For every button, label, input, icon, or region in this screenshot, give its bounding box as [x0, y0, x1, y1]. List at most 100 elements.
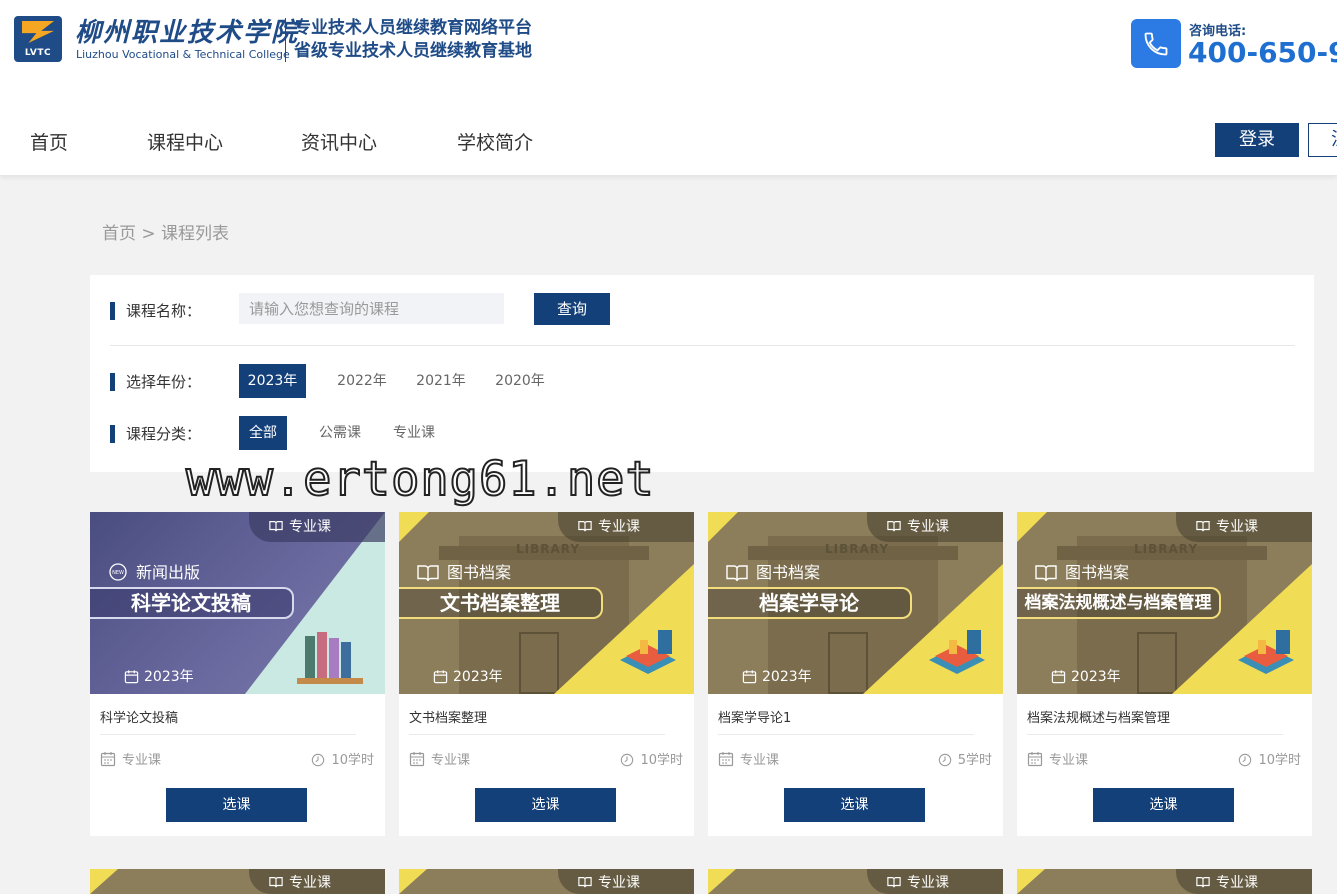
course-card[interactable]: 专业课	[708, 869, 1003, 894]
course-search-input[interactable]	[239, 293, 504, 324]
register-button[interactable]: 注册	[1308, 123, 1337, 157]
phone-icon	[1131, 19, 1181, 68]
college-name-cn: 柳州职业技术学院	[75, 18, 300, 48]
calendar-icon	[100, 752, 116, 767]
course-tag: 专业课	[249, 869, 385, 894]
college-logo[interactable]: LVTC	[14, 16, 62, 62]
category-chip-all[interactable]: 全部	[239, 416, 287, 450]
filter-panel: 课程名称： 查询 选择年份： 2023年 2022年 2021年 2020年 课…	[90, 275, 1314, 472]
calendar-icon	[742, 670, 757, 684]
year-chip-2022[interactable]: 2022年	[329, 364, 395, 398]
year-chip-2023[interactable]: 2023年	[239, 364, 306, 398]
door-decoration	[519, 632, 559, 694]
door-decoration	[828, 632, 868, 694]
year-chip-2021[interactable]: 2021年	[408, 364, 474, 398]
clock-icon	[312, 753, 325, 767]
open-book-icon	[887, 521, 901, 532]
library-sign-decoration: LIBRARY	[1134, 542, 1199, 556]
book-decoration	[317, 632, 327, 678]
course-title[interactable]: 档案学导论1	[718, 707, 974, 735]
nav-home[interactable]: 首页	[30, 128, 68, 155]
open-book-icon	[1196, 877, 1210, 888]
lightning-logo-icon	[22, 21, 54, 43]
book-decoration	[305, 636, 315, 678]
course-banner-title: 文书档案整理	[399, 587, 603, 619]
site-watermark: www.ertong61.net	[185, 451, 655, 508]
clock-icon	[938, 753, 951, 767]
course-name-label: 课程名称：	[110, 300, 201, 321]
course-tag: 专业课	[1176, 869, 1312, 894]
course-category: NEW 新闻出版	[108, 559, 200, 583]
course-card[interactable]: LIBRARY 专业课 图书档案 文书档案整理 2023年 文书档案整理 专业课…	[399, 512, 694, 836]
platform-title-line1: 专业技术人员继续教育网络平台	[294, 18, 532, 38]
nav-course-center[interactable]: 课程中心	[147, 128, 223, 155]
year-label: 选择年份：	[110, 371, 201, 392]
open-book-icon	[726, 565, 748, 582]
open-book-icon	[1196, 521, 1210, 532]
course-thumbnail[interactable]: LIBRARY 专业课 图书档案 档案学导论 2023年	[708, 512, 1003, 694]
college-name-en: Liuzhou Vocational & Technical College	[76, 48, 290, 61]
clock-icon	[1239, 753, 1252, 767]
open-book-icon	[578, 521, 592, 532]
course-category: 图书档案	[726, 559, 820, 583]
reading-illustration-icon	[929, 630, 985, 674]
category-chip-public[interactable]: 公需课	[312, 416, 368, 450]
login-button[interactable]: 登录	[1215, 123, 1299, 157]
logo-divider	[285, 18, 286, 62]
course-card[interactable]: 专业课 NEW 新闻出版 科学论文投稿 2023年 科学论文投稿 专业课 10学时…	[90, 512, 385, 836]
thumb-decoration	[1017, 512, 1047, 542]
logo-abbreviation: LVTC	[24, 48, 52, 58]
platform-title: 专业技术人员继续教育网络平台 省级专业技术人员继续教育基地	[294, 17, 532, 63]
open-book-icon	[887, 877, 901, 888]
course-banner-title: 档案法规概述与档案管理	[1017, 587, 1221, 619]
door-decoration	[1137, 632, 1177, 694]
filter-divider	[110, 345, 1295, 346]
select-course-button[interactable]: 选课	[475, 788, 616, 822]
course-thumbnail[interactable]: 专业课 NEW 新闻出版 科学论文投稿 2023年	[90, 512, 385, 694]
course-category: 图书档案	[1035, 559, 1129, 583]
course-type: 专业课	[409, 749, 470, 768]
course-thumbnail[interactable]: LIBRARY 专业课 图书档案 文书档案整理 2023年	[399, 512, 694, 694]
news-globe-icon: NEW	[109, 563, 127, 581]
select-course-button[interactable]: 选课	[166, 788, 307, 822]
course-year: 2023年	[1051, 666, 1121, 686]
calendar-icon	[1051, 670, 1066, 684]
open-book-icon	[269, 877, 283, 888]
course-banner-title: 科学论文投稿	[90, 587, 294, 619]
course-tag: 专业课	[1176, 512, 1312, 542]
course-thumbnail[interactable]: LIBRARY 专业课 图书档案 档案法规概述与档案管理 2023年	[1017, 512, 1312, 694]
book-decoration	[329, 638, 339, 678]
course-hours: 10学时	[311, 749, 374, 768]
course-card[interactable]: 专业课	[399, 869, 694, 894]
select-course-button[interactable]: 选课	[1093, 788, 1234, 822]
category-label: 课程分类：	[110, 423, 201, 444]
course-title[interactable]: 科学论文投稿	[100, 707, 356, 735]
library-sign-decoration: LIBRARY	[516, 542, 581, 556]
category-chip-professional[interactable]: 专业课	[386, 416, 442, 450]
course-card[interactable]: LIBRARY 专业课 图书档案 档案法规概述与档案管理 2023年 档案法规概…	[1017, 512, 1312, 836]
select-course-button[interactable]: 选课	[784, 788, 925, 822]
open-book-icon	[269, 521, 283, 532]
nav-school-intro[interactable]: 学校简介	[457, 128, 533, 155]
course-title[interactable]: 文书档案整理	[409, 707, 665, 735]
course-card[interactable]: LIBRARY 专业课 图书档案 档案学导论 2023年 档案学导论1 专业课 …	[708, 512, 1003, 836]
nav-news-center[interactable]: 资讯中心	[301, 128, 377, 155]
site-header: LVTC 柳州职业技术学院 Liuzhou Vocational & Techn…	[0, 0, 1337, 100]
course-tag: 专业课	[249, 512, 385, 542]
book-decoration	[341, 642, 351, 678]
thumb-decoration	[90, 869, 118, 894]
query-button[interactable]: 查询	[534, 293, 610, 325]
course-category: 图书档案	[417, 559, 511, 583]
clock-icon	[621, 753, 634, 767]
course-type: 专业课	[100, 749, 161, 768]
course-card[interactable]: 专业课	[1017, 869, 1312, 894]
year-chip-2020[interactable]: 2020年	[487, 364, 553, 398]
course-type: 专业课	[1027, 749, 1088, 768]
course-title[interactable]: 档案法规概述与档案管理	[1027, 707, 1283, 735]
open-book-icon	[1035, 565, 1057, 582]
course-card[interactable]: 专业课	[90, 869, 385, 894]
main-nav: 首页 课程中心 资讯中心 学校简介	[0, 100, 1337, 176]
course-hours: 10学时	[1238, 749, 1301, 768]
course-hours: 10学时	[620, 749, 683, 768]
breadcrumb: 首页 > 课程列表	[102, 224, 230, 244]
